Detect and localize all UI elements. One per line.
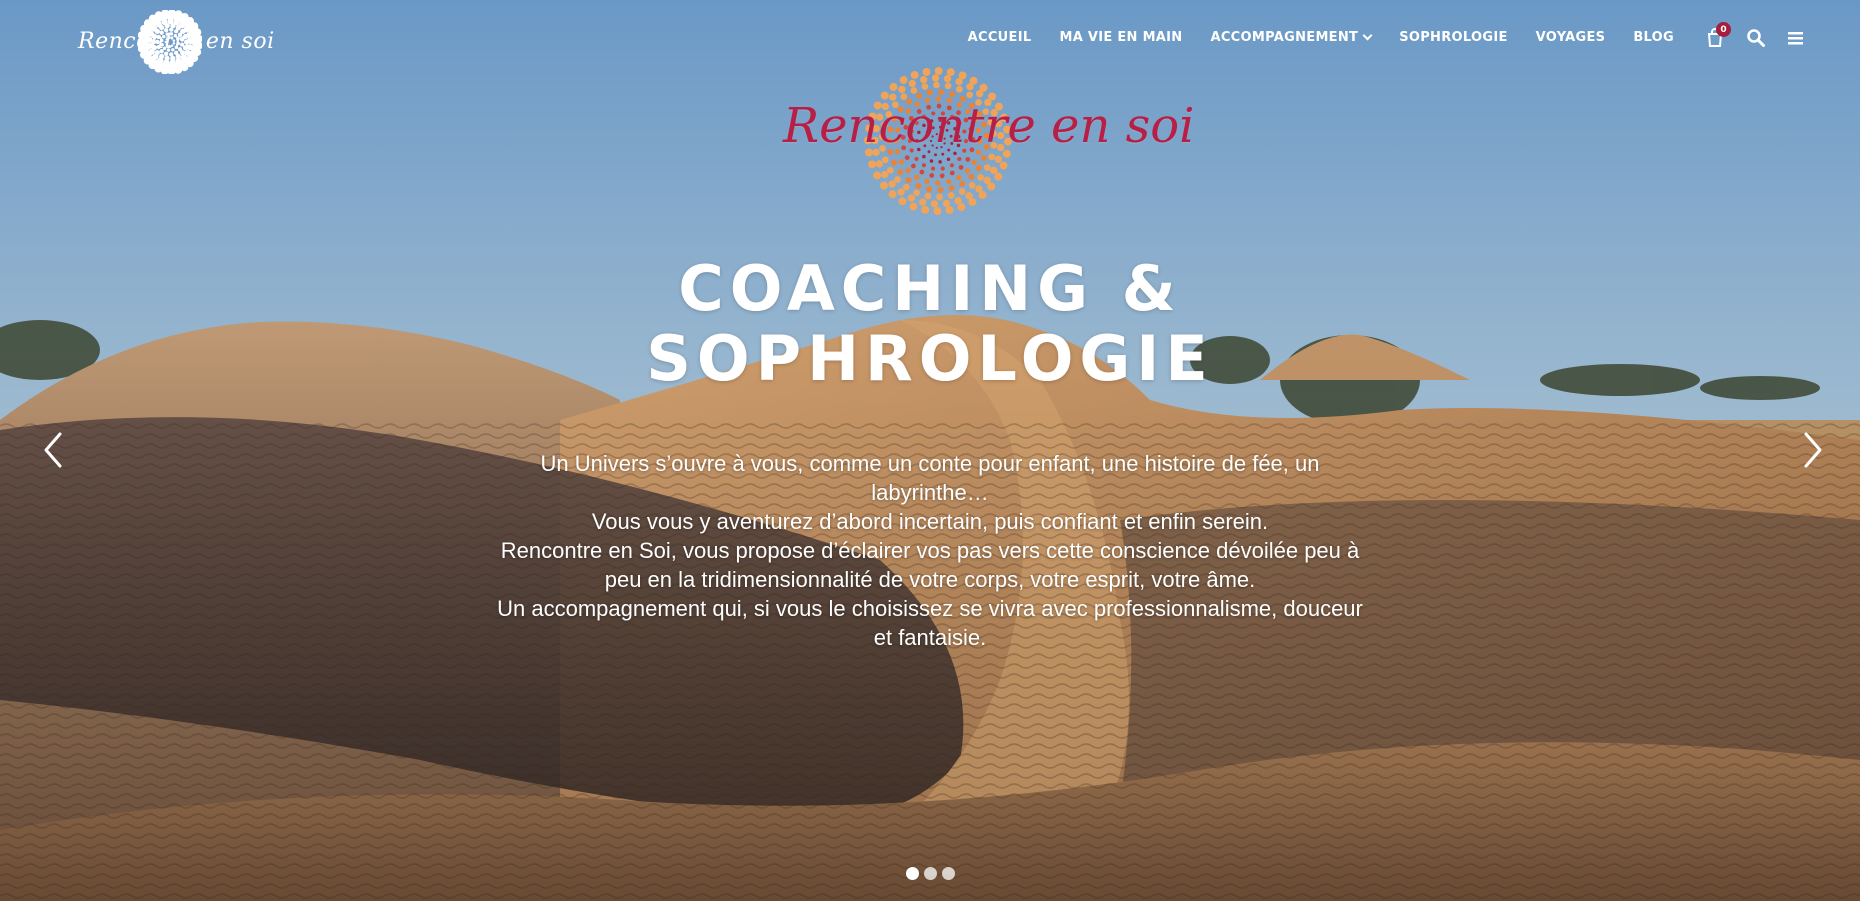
hero-description: Un Univers s’ouvre à vous, comme un cont…: [495, 449, 1365, 652]
brand-logo: Rencontre en soi: [775, 66, 1195, 218]
hero-paragraph: Vous vous y aventurez d’abord incertain,…: [591, 509, 1269, 534]
nav-label: MA VIE EN MAIN: [1059, 30, 1183, 45]
nav-item-accompagnement[interactable]: ACCOMPAGNEMENT: [1210, 30, 1373, 45]
nav-item-blog[interactable]: BLOG: [1633, 30, 1674, 45]
slider-pagination: [906, 867, 955, 880]
cart-button[interactable]: 0: [1706, 22, 1731, 48]
header-tools: 0: [1706, 22, 1806, 48]
brand-logo-text: Rencontre en soi: [783, 98, 1195, 154]
main-nav: ACCUEIL MA VIE EN MAIN ACCOMPAGNEMENT SO…: [968, 30, 1674, 45]
slider-next-button[interactable]: [1790, 430, 1830, 470]
nav-item-accueil[interactable]: ACCUEIL: [968, 30, 1032, 45]
slider-dot[interactable]: [942, 867, 955, 880]
menu-button[interactable]: [1786, 28, 1806, 48]
nav-label: BLOG: [1633, 30, 1674, 45]
nav-label: ACCUEIL: [967, 30, 1032, 45]
hero-title-line-1: COACHING &: [678, 252, 1182, 325]
nav-item-voyages[interactable]: VOYAGES: [1536, 30, 1606, 45]
chevron-right-icon: [1804, 432, 1822, 468]
slider-dot[interactable]: [906, 867, 919, 880]
hero-paragraph: Un accompagnement qui, si vous le choisi…: [497, 596, 1363, 650]
slider-prev-button[interactable]: [36, 430, 76, 470]
chevron-down-icon: [1362, 30, 1373, 41]
hero-title: COACHING & SOPHROLOGIE: [0, 254, 1860, 394]
hero-title-line-2: SOPHROLOGIE: [646, 322, 1214, 395]
site-logo[interactable]: Rencontre en soi: [74, 10, 274, 74]
chevron-left-icon: [44, 432, 62, 468]
cart-count-badge: 0: [1716, 22, 1731, 37]
nav-label: ACCOMPAGNEMENT: [1210, 30, 1359, 45]
logo-spiral-icon: [138, 10, 202, 74]
hero-paragraph: Un Univers s’ouvre à vous, comme un cont…: [540, 451, 1320, 505]
nav-item-sophrologie[interactable]: SOPHROLOGIE: [1399, 30, 1507, 45]
nav-label: VOYAGES: [1535, 30, 1606, 45]
nav-item-ma-vie-en-main[interactable]: MA VIE EN MAIN: [1059, 30, 1182, 45]
menu-icon: [1788, 32, 1803, 45]
slider-dot[interactable]: [924, 867, 937, 880]
search-button[interactable]: [1746, 28, 1766, 48]
hero-paragraph: Rencontre en Soi, vous propose d’éclaire…: [500, 538, 1360, 592]
nav-label: SOPHROLOGIE: [1399, 30, 1508, 45]
search-icon: [1747, 29, 1765, 47]
